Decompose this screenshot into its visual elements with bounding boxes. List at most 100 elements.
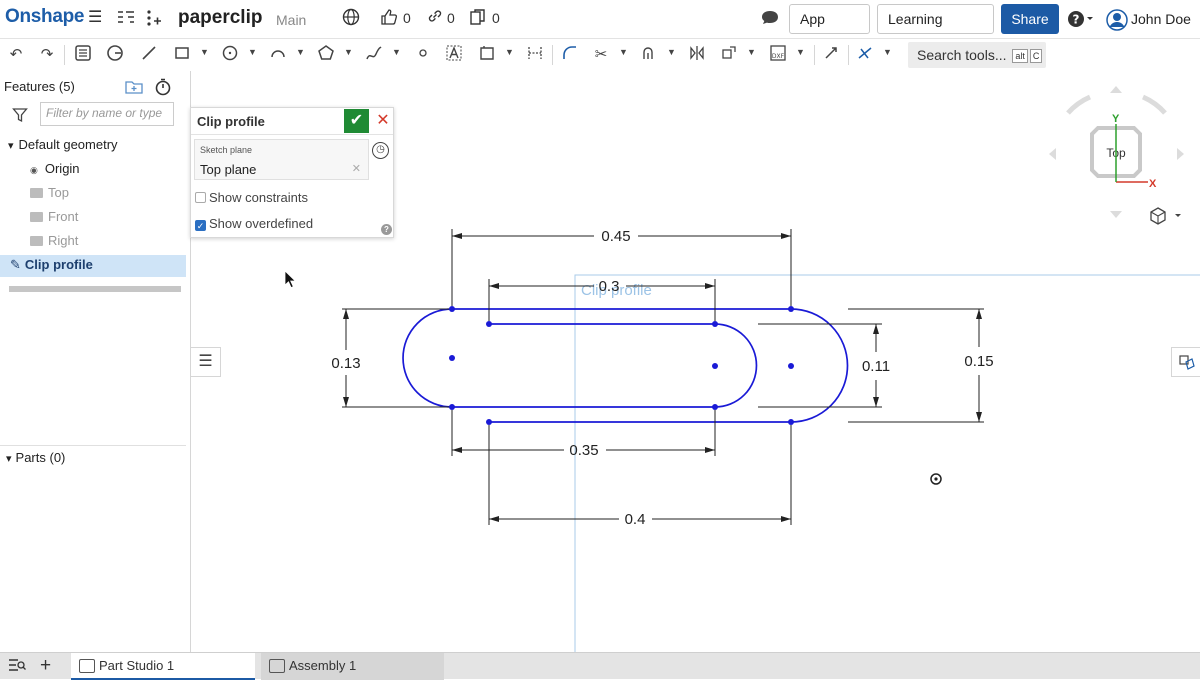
sketch-point[interactable] <box>788 363 794 369</box>
view-rotate-arrows[interactable] <box>1066 94 1167 115</box>
tree-item-right[interactable]: Right <box>30 231 216 251</box>
sketch-point[interactable] <box>449 306 455 312</box>
transform-tool-icon[interactable] <box>718 44 740 66</box>
add-tab-icon[interactable]: + <box>40 655 51 677</box>
fillet-tool-icon[interactable] <box>559 44 581 66</box>
dimension-inner-height[interactable]: 0.11 <box>862 358 890 375</box>
dimension-tool-icon[interactable] <box>524 44 546 66</box>
tab-part-studio-1[interactable]: Part Studio 1 <box>71 653 255 680</box>
tangent-tool-icon[interactable] <box>854 44 876 66</box>
sketch-point[interactable] <box>788 419 794 425</box>
dimension-total-height[interactable]: 0.15 <box>964 353 993 370</box>
feature-tree-icon[interactable] <box>116 8 136 34</box>
menu-icon[interactable]: ☰ <box>88 8 102 28</box>
chevron-down-icon[interactable]: ▼ <box>667 47 676 57</box>
like-icon[interactable] <box>380 8 398 32</box>
search-tools-button[interactable]: Search tools... alt C <box>908 42 1046 68</box>
tree-item-top[interactable]: Top <box>30 183 216 203</box>
offset-tool-icon[interactable] <box>638 44 660 66</box>
circle-tool-icon[interactable] <box>219 44 241 66</box>
dimension-outer-length[interactable]: 0.45 <box>601 228 630 245</box>
arc-tool-icon[interactable] <box>267 44 289 66</box>
filter-icon[interactable] <box>12 107 28 126</box>
copy-icon[interactable] <box>469 8 487 32</box>
clear-selection-icon[interactable]: ✕ <box>352 162 361 175</box>
sketch-point[interactable] <box>712 363 718 369</box>
spline-tool-icon[interactable] <box>363 44 385 66</box>
show-constraints-checkbox[interactable] <box>195 192 206 203</box>
sketch-icon[interactable] <box>72 44 94 66</box>
add-folder-icon[interactable] <box>124 79 144 98</box>
accept-button[interactable]: ✔ <box>344 109 369 133</box>
mirror-tool-icon[interactable] <box>686 44 708 66</box>
chevron-down-icon[interactable]: ▼ <box>619 47 628 57</box>
view-up-arrow-icon[interactable] <box>1110 86 1122 93</box>
tree-item-default-geometry[interactable]: ▾ Default geometry <box>8 135 194 156</box>
sketch-point[interactable] <box>712 404 718 410</box>
construction-tool-icon[interactable] <box>476 44 498 66</box>
filter-input[interactable]: Filter by name or type <box>40 102 174 126</box>
view-down-arrow-icon[interactable] <box>1110 211 1122 218</box>
chevron-down-icon[interactable]: ▼ <box>796 47 805 57</box>
tree-item-origin[interactable]: ◉ Origin <box>30 159 216 180</box>
show-overdefined-option[interactable]: ✓ Show overdefined <box>195 216 313 231</box>
tab-list-icon[interactable] <box>8 657 26 677</box>
share-button[interactable]: Share <box>1001 4 1059 34</box>
view-options-icon[interactable] <box>1150 207 1181 225</box>
help-icon[interactable]: ? <box>381 224 392 235</box>
view-left-arrow-icon[interactable] <box>1049 148 1056 160</box>
app-store-button[interactable]: App Store <box>789 4 870 55</box>
view-cube[interactable]: Top X Y <box>1049 86 1184 218</box>
sketch-point[interactable] <box>486 321 492 327</box>
inner-loop[interactable] <box>402 308 758 408</box>
coincident-tool-icon[interactable] <box>104 44 126 66</box>
trim-tool-icon[interactable]: ✂ <box>590 44 612 66</box>
document-title[interactable]: paperclip <box>178 7 262 29</box>
sketch-geometry[interactable] <box>402 308 849 423</box>
learning-center-button[interactable]: Learning Center <box>877 4 994 55</box>
sketch-point[interactable] <box>712 321 718 327</box>
polygon-tool-icon[interactable] <box>315 44 337 66</box>
view-right-arrow-icon[interactable] <box>1177 148 1184 160</box>
parts-header[interactable]: ▾ Parts (0) <box>6 448 192 469</box>
chevron-down-icon[interactable]: ▼ <box>248 47 257 57</box>
cancel-button[interactable]: ✕ <box>373 109 393 133</box>
dimension-bottom-outer-length[interactable]: 0.4 <box>625 511 646 528</box>
sketch-point[interactable] <box>449 355 455 361</box>
rollback-timer-icon[interactable] <box>154 78 172 99</box>
chevron-down-icon[interactable]: ▼ <box>296 47 305 57</box>
branch-name[interactable]: Main <box>276 12 306 28</box>
undo-icon[interactable]: ↶ <box>5 44 27 66</box>
chevron-down-icon[interactable]: ▼ <box>392 47 401 57</box>
avatar[interactable] <box>1106 9 1128 37</box>
show-overdefined-checkbox[interactable]: ✓ <box>195 220 206 231</box>
constraint-tool-icon[interactable] <box>820 44 842 66</box>
help-icon[interactable]: ? <box>1068 10 1096 34</box>
chevron-down-icon[interactable]: ▼ <box>747 47 756 57</box>
chevron-down-icon[interactable]: ▼ <box>883 47 892 57</box>
chevron-down-icon[interactable]: ▾ <box>8 140 14 152</box>
globe-icon[interactable] <box>342 8 360 32</box>
sketch-point[interactable] <box>449 404 455 410</box>
line-tool-icon[interactable] <box>138 44 160 66</box>
chevron-down-icon[interactable]: ▾ <box>6 453 12 465</box>
link-icon[interactable] <box>427 8 443 30</box>
chevron-down-icon[interactable]: ▼ <box>344 47 353 57</box>
chevron-down-icon[interactable]: ▼ <box>200 47 209 57</box>
user-name[interactable]: John Doe <box>1131 11 1191 27</box>
tree-item-clip-profile[interactable]: ✎ Clip profile <box>0 255 186 277</box>
comment-icon[interactable] <box>760 8 780 34</box>
dimension-inner-top-length[interactable]: 0.3 <box>599 278 620 295</box>
dxf-import-icon[interactable]: DXF <box>767 44 789 66</box>
panel-divider[interactable] <box>0 445 186 446</box>
history-icon[interactable]: ◷ <box>372 142 389 159</box>
rectangle-tool-icon[interactable] <box>171 44 193 66</box>
dimension-bottom-inner-length[interactable]: 0.35 <box>569 442 598 459</box>
point-tool-icon[interactable] <box>412 44 434 66</box>
feature-list-scrollbar[interactable] <box>9 286 181 292</box>
sketch-plane-field[interactable]: Sketch plane Top plane ✕ <box>194 139 369 180</box>
chevron-down-icon[interactable]: ▼ <box>505 47 514 57</box>
text-tool-icon[interactable] <box>443 44 465 66</box>
sketch-point[interactable] <box>788 306 794 312</box>
appearance-panel-icon[interactable] <box>1171 347 1200 377</box>
